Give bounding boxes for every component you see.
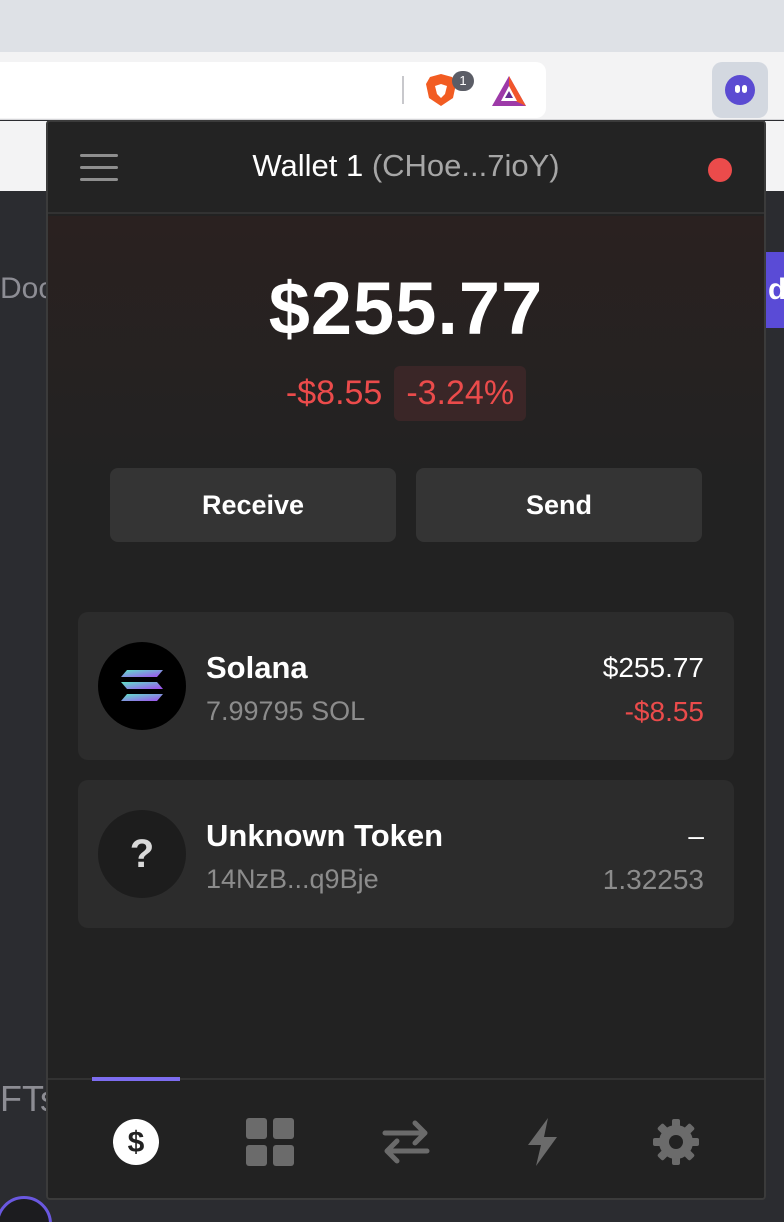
browser-tab-strip bbox=[0, 0, 784, 52]
solana-logo-icon bbox=[98, 642, 186, 730]
tokens-tab[interactable]: $ bbox=[110, 1116, 162, 1168]
wallet-name: Wallet 1 bbox=[252, 148, 364, 183]
balance-change: -$8.55 -3.24% bbox=[48, 366, 764, 421]
token-value: – bbox=[688, 820, 704, 851]
balance-change-percent: -3.24% bbox=[394, 366, 527, 421]
phantom-wallet-popup: Wallet 1 (CHoe...7ioY) $255.77 -$8.55 -3… bbox=[46, 120, 766, 1200]
address-bar-divider bbox=[402, 76, 404, 104]
token-name: Solana bbox=[206, 650, 308, 685]
swap-arrows-icon bbox=[382, 1120, 430, 1164]
settings-tab[interactable] bbox=[650, 1116, 702, 1168]
dollar-icon: $ bbox=[113, 1119, 159, 1165]
collectibles-tab[interactable] bbox=[244, 1116, 296, 1168]
phantom-extension-icon bbox=[725, 75, 755, 105]
token-change: -$8.55 bbox=[624, 696, 704, 727]
wallet-header: Wallet 1 (CHoe...7ioY) bbox=[48, 122, 764, 214]
activity-tab[interactable] bbox=[516, 1116, 568, 1168]
phantom-extension-button[interactable] bbox=[712, 62, 768, 118]
token-value: $255.77 bbox=[602, 652, 704, 683]
wallet-title[interactable]: Wallet 1 (CHoe...7ioY) bbox=[48, 148, 764, 184]
balance-change-usd: -$8.55 bbox=[285, 374, 383, 412]
token-row[interactable]: ? Unknown Token 14NzB...q9Bje – 1.32253 bbox=[78, 780, 734, 928]
grid-icon bbox=[246, 1118, 294, 1166]
wallet-address: (CHoe...7ioY) bbox=[371, 148, 560, 183]
gear-icon bbox=[653, 1119, 699, 1165]
token-balance: 1.32253 bbox=[602, 864, 704, 895]
background-button[interactable]: d bbox=[766, 252, 784, 328]
brave-rewards-icon[interactable] bbox=[490, 74, 528, 108]
token-name: Unknown Token bbox=[206, 818, 444, 853]
shield-count-badge: 1 bbox=[452, 71, 474, 91]
total-balance: $255.77 bbox=[268, 267, 544, 350]
unknown-token-icon: ? bbox=[98, 810, 186, 898]
token-row[interactable]: Solana 7.99795 SOL $255.77 -$8.55 bbox=[78, 612, 734, 760]
send-button[interactable]: Send bbox=[416, 468, 702, 542]
bottom-navigation: $ bbox=[48, 1077, 764, 1198]
swap-tab[interactable] bbox=[380, 1116, 432, 1168]
connection-status-dot[interactable] bbox=[708, 158, 732, 182]
receive-button[interactable]: Receive bbox=[110, 468, 396, 542]
svg-text:$: $ bbox=[128, 1126, 145, 1159]
lightning-icon bbox=[528, 1118, 557, 1166]
token-amount: 7.99795 SOL bbox=[206, 696, 366, 726]
active-tab-indicator bbox=[92, 1077, 180, 1081]
token-address: 14NzB...q9Bje bbox=[206, 864, 379, 894]
